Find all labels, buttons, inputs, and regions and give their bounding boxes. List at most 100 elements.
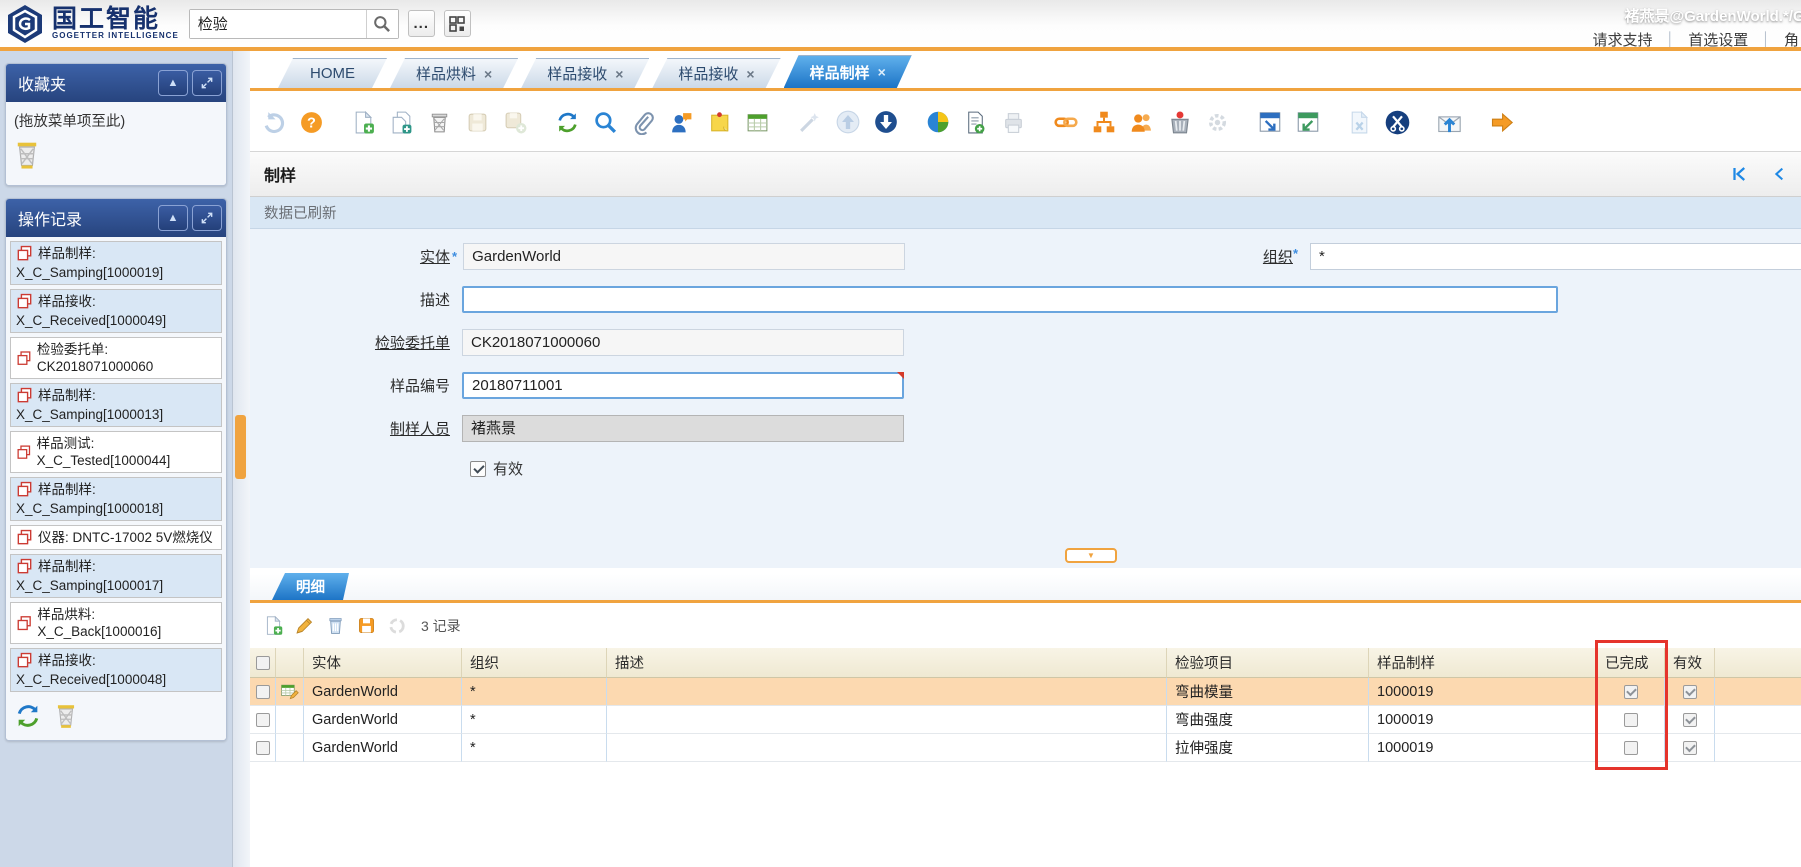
inspection-order-field[interactable]: CK2018071000060 [462,329,904,356]
history-item[interactable]: 样品制样: X_C_Samping[1000013] [10,383,222,427]
active-checkbox[interactable] [1683,713,1697,727]
close-icon[interactable]: × [484,66,492,82]
tab-detail[interactable]: 明细 [272,573,349,600]
history-item[interactable]: 样品制样: X_C_Samping[1000018] [10,477,222,521]
table-row[interactable]: GardenWorld * 弯曲强度 1000019 [250,706,1801,734]
expand-button[interactable] [192,205,222,231]
history-item[interactable]: 样品接收: X_C_Received[1000048] [10,648,222,692]
splitter-grip[interactable] [235,415,246,479]
refresh-history-icon[interactable] [14,702,42,730]
col-test-item[interactable]: 检验项目 [1167,648,1369,678]
table-row[interactable]: GardenWorld * 弯曲模量 1000019 [250,678,1801,706]
active-checkbox[interactable] [1683,741,1697,755]
window-max-icon[interactable] [1294,109,1321,136]
copy-record-icon[interactable] [388,109,415,136]
delete-line-icon[interactable] [324,615,346,637]
close-icon[interactable]: × [746,66,754,82]
history-item[interactable]: 样品测试: X_C_Tested[1000044] [10,431,222,473]
active-checkbox[interactable] [470,461,486,477]
chat-icon[interactable] [668,109,695,136]
note-icon[interactable] [706,109,733,136]
expand-button[interactable] [192,70,222,96]
active-checkbox[interactable] [1683,685,1697,699]
refresh-icon[interactable] [554,109,581,136]
col-done[interactable]: 已完成 [1597,648,1665,678]
collapse-button[interactable]: ▲ [158,205,188,231]
undo-icon[interactable] [260,109,287,136]
more-button[interactable]: ... [408,10,435,37]
customize-icon[interactable] [796,109,823,136]
collapse-button[interactable]: ▲ [158,70,188,96]
export-data-icon[interactable] [1384,109,1411,136]
col-sampling[interactable]: 样品制样 [1369,648,1597,678]
panel-split-handle[interactable]: ▼ [1065,548,1117,563]
find-icon[interactable] [592,109,619,136]
table-row[interactable]: GardenWorld * 拉伸强度 1000019 [250,734,1801,762]
edit-line-icon[interactable] [293,615,315,637]
tab-sample-bake[interactable]: 样品烘料× [390,58,518,88]
history-item[interactable]: 样品制样: X_C_Samping[1000019] [10,241,222,285]
col-description[interactable]: 描述 [607,648,1167,678]
first-record-button[interactable] [1729,165,1749,183]
col-active[interactable]: 有效 [1665,648,1715,678]
close-icon[interactable]: × [878,64,886,80]
forward-icon[interactable] [1488,109,1515,136]
history-item[interactable]: 样品烘料: X_C_Back[1000016] [10,602,222,644]
workflow-icon[interactable] [1090,109,1117,136]
archive-icon[interactable] [1052,109,1079,136]
row-checkbox[interactable] [256,713,270,727]
tab-sample-making[interactable]: 样品制样× [784,55,912,88]
search-input[interactable] [190,10,366,38]
new-line-icon[interactable] [262,615,284,637]
col-entity[interactable]: 实体 [304,648,462,678]
delete-icon[interactable] [426,109,453,136]
product-info-icon[interactable] [1166,109,1193,136]
close-icon[interactable]: × [615,66,623,82]
save-create-icon[interactable] [502,109,529,136]
trash-drop-icon[interactable] [12,139,42,171]
row-checkbox[interactable] [256,685,270,699]
attachment-icon[interactable] [630,109,657,136]
print-icon[interactable] [1000,109,1027,136]
help-icon[interactable]: ? [298,109,325,136]
history-item[interactable]: 检验委托单: CK2018071000060 [10,337,222,379]
refresh-lines-icon[interactable] [386,615,408,637]
new-record-icon[interactable] [350,109,377,136]
grid-toggle-icon[interactable] [744,109,771,136]
history-item[interactable]: 样品接收: X_C_Received[1000049] [10,289,222,333]
parent-record-icon[interactable] [834,109,861,136]
select-all-checkbox[interactable] [256,656,270,670]
org-field[interactable]: * [1310,243,1801,270]
sampler-field[interactable]: 褚燕景 [462,415,904,442]
tab-sample-receive-2[interactable]: 样品接收× [652,58,780,88]
description-input[interactable] [462,286,1558,313]
export-file-icon[interactable] [1346,109,1373,136]
window-min-icon[interactable] [1256,109,1283,136]
sidebar-splitter[interactable] [232,51,250,867]
done-checkbox[interactable] [1624,685,1638,699]
sample-no-input[interactable]: 20180711001 [462,372,904,399]
edit-row-icon[interactable] [280,682,299,701]
clear-history-trash-icon[interactable] [52,702,80,730]
request-icon[interactable] [1128,109,1155,136]
search-button[interactable] [366,10,398,38]
detail-record-icon[interactable] [872,109,899,136]
report-icon[interactable] [962,109,989,136]
save-line-icon[interactable] [355,615,377,637]
done-checkbox[interactable] [1624,713,1638,727]
process-icon[interactable] [1204,109,1231,136]
previous-record-button[interactable] [1771,165,1787,183]
save-icon[interactable] [464,109,491,136]
row-checkbox[interactable] [256,741,270,755]
history-item[interactable]: 仪器: DNTC-17002 5V燃烧仪 [10,525,222,550]
window-record-icon [16,245,33,262]
menu-grid-button[interactable] [444,10,471,37]
tab-sample-receive-1[interactable]: 样品接收× [521,58,649,88]
history-item[interactable]: 样品制样: X_C_Samping[1000017] [10,554,222,598]
chart-icon[interactable] [924,109,951,136]
done-checkbox[interactable] [1624,741,1638,755]
tab-home[interactable]: HOME [278,58,387,88]
email-icon[interactable] [1436,109,1463,136]
col-org[interactable]: 组织 [462,648,607,678]
entity-field[interactable]: GardenWorld [463,243,905,270]
